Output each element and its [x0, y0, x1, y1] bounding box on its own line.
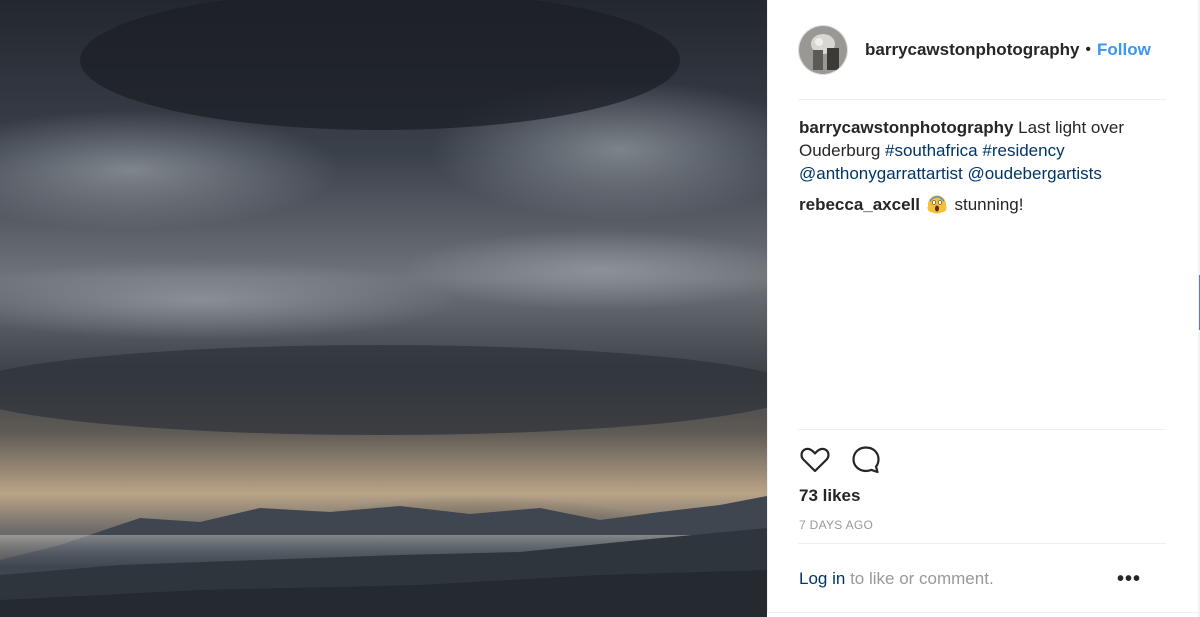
more-options-icon[interactable]: •••	[1117, 569, 1141, 589]
screaming-face-icon	[926, 195, 947, 214]
header-bullet: •	[1085, 41, 1092, 58]
comment-text: stunning!	[954, 195, 1024, 214]
speech-bubble-icon[interactable]	[850, 444, 882, 476]
comment-username[interactable]: rebecca_axcell	[799, 195, 920, 214]
footer-divider	[798, 543, 1166, 544]
login-link[interactable]: Log in	[799, 569, 845, 588]
post-age[interactable]: 7 DAYS AGO	[799, 518, 873, 532]
follow-button[interactable]: Follow	[1097, 40, 1151, 60]
comments-list: barrycawstonphotography Last light over …	[799, 116, 1161, 224]
hashtag-link[interactable]: #residency	[982, 141, 1064, 160]
mention-link[interactable]: @anthonygarrattartist	[799, 164, 963, 183]
caption-username[interactable]: barrycawstonphotography	[799, 118, 1013, 137]
post-details-panel: barrycawstonphotography • Follow barryca…	[767, 0, 1199, 613]
login-prompt-text: to like or comment.	[850, 569, 994, 588]
caption: barrycawstonphotography Last light over …	[799, 116, 1161, 185]
mention-link[interactable]: @oudebergartists	[967, 164, 1101, 183]
login-prompt: Log in to like or comment. •••	[799, 569, 1167, 589]
hashtag-link[interactable]: #southafrica	[885, 141, 978, 160]
likes-count[interactable]: 73 likes	[799, 486, 860, 506]
header-divider	[798, 99, 1166, 100]
actions-divider	[798, 429, 1166, 430]
action-bar	[799, 444, 901, 476]
post-photo[interactable]	[0, 0, 767, 617]
comment: rebecca_axcell stunning!	[799, 193, 1161, 216]
header-username[interactable]: barrycawstonphotography	[865, 40, 1079, 60]
post-header: barrycawstonphotography • Follow	[798, 24, 1166, 76]
avatar[interactable]	[798, 25, 848, 75]
heart-outline-icon[interactable]	[799, 444, 831, 476]
